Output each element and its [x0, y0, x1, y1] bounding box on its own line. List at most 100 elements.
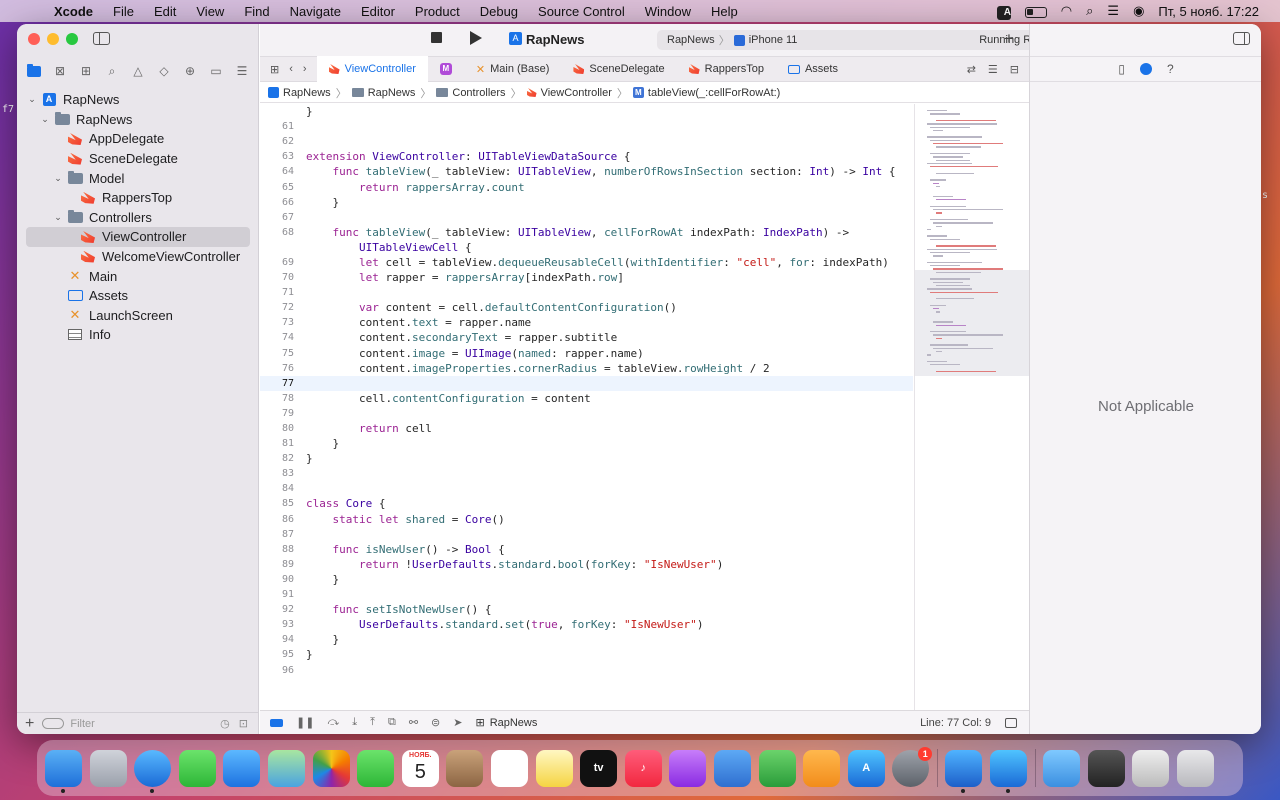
filter-field[interactable]: Filter [42, 716, 212, 731]
trash-icon[interactable] [1177, 749, 1215, 787]
code-line[interactable]: 83 [260, 466, 913, 481]
step-out-icon[interactable]: ⤒ [370, 716, 375, 729]
file-tree-row[interactable]: ViewController [26, 227, 250, 247]
source-editor[interactable]: } 61 62 63 extension ViewController: UITable… [260, 104, 913, 710]
editor-tab[interactable]: ViewController [316, 56, 428, 82]
music-icon[interactable]: ♪ [624, 749, 662, 787]
code-line[interactable]: 82} [260, 451, 913, 466]
code-line[interactable]: 69 let cell = tableView.dequeueReusableC… [260, 255, 913, 270]
minimap[interactable] [914, 104, 1029, 710]
step-over-icon[interactable]: ⤼ [327, 716, 339, 729]
file-tree-row[interactable]: ⌄ RapNews [17, 110, 259, 130]
breadcrumb-method[interactable]: MtableView(_:cellForRowAt:) [632, 87, 780, 99]
wifi-icon[interactable]: ◠ [1054, 3, 1079, 19]
code-line[interactable]: 66 } [260, 195, 913, 210]
stop-button[interactable] [431, 32, 442, 43]
menu-window[interactable]: Window [635, 4, 701, 19]
menubar-clock[interactable]: Пт, 5 нояб. 17:22 [1151, 4, 1266, 19]
code-line[interactable]: 81 } [260, 436, 913, 451]
back-arrow-icon[interactable]: ‹ [289, 63, 293, 75]
app-store-icon[interactable]: A [847, 749, 885, 787]
code-line[interactable]: 71 [260, 285, 913, 300]
add-file-icon[interactable]: + [25, 715, 34, 733]
disclosure-chevron-icon[interactable]: ⌄ [53, 212, 63, 223]
code-line[interactable]: 68 func tableView(_ tableView: UITableVi… [260, 225, 913, 240]
step-into-icon[interactable]: ⤓ [352, 716, 357, 729]
code-line[interactable]: 85 class Core { [260, 496, 913, 511]
library-add-button[interactable]: + [1004, 29, 1014, 49]
code-line[interactable]: } [260, 104, 913, 119]
input-source-icon[interactable]: A [990, 3, 1018, 20]
file-tree-row[interactable]: Assets [17, 286, 259, 306]
menu-app-name[interactable]: Xcode [44, 4, 103, 19]
code-line[interactable]: 73 content.text = rapper.name [260, 315, 913, 330]
run-button[interactable] [470, 31, 482, 45]
code-line[interactable]: 95} [260, 647, 913, 662]
notes-icon[interactable] [535, 749, 573, 787]
file-tree-row[interactable]: ⌄ A RapNews [17, 90, 259, 110]
menu-find[interactable]: Find [234, 4, 279, 19]
pages-icon[interactable] [803, 749, 841, 787]
editor-tab[interactable]: M [428, 57, 464, 81]
recent-files-icon[interactable]: ◷ ⊡ [220, 717, 251, 730]
memory-graph-icon[interactable]: ⚯ [409, 716, 418, 729]
swap-editors-icon[interactable]: ⇄ [967, 63, 976, 76]
fullscreen-window-button[interactable] [66, 33, 78, 45]
recent-screenshot-icon[interactable] [1087, 749, 1125, 787]
file-tree-row[interactable]: WelcomeViewController [17, 247, 259, 267]
code-line[interactable]: 67 [260, 210, 913, 225]
code-line[interactable]: 61 [260, 119, 913, 134]
code-line[interactable]: 72 var content = cell.defaultContentConf… [260, 300, 913, 315]
finder-icon[interactable] [45, 749, 82, 793]
menu-edit[interactable]: Edit [144, 4, 186, 19]
file-tree-row[interactable]: AppDelegate [17, 129, 259, 149]
code-line[interactable]: 74 content.secondaryText = rapper.subtit… [260, 330, 913, 345]
file-tree-row[interactable]: ⌄ Controllers [17, 208, 259, 228]
menu-help[interactable]: Help [701, 4, 748, 19]
quick-help-icon[interactable]: ? [1167, 62, 1174, 76]
code-line[interactable]: 89 return !UserDefaults.standard.bool(fo… [260, 557, 913, 572]
control-center-icon[interactable]: ☰ [1100, 3, 1126, 19]
environment-icon[interactable]: ⊜ [431, 716, 440, 729]
editor-tab[interactable]: SceneDelegate [561, 57, 676, 81]
code-line[interactable]: 64 func tableView(_ tableView: UITableVi… [260, 164, 913, 179]
reminders-icon[interactable] [490, 749, 528, 787]
recent-document-icon[interactable] [1132, 749, 1170, 787]
spotlight-search-icon[interactable]: ⌕ [1079, 3, 1100, 19]
siri-icon[interactable]: ◉ [1126, 3, 1151, 19]
code-line[interactable]: 76 content.imageProperties.cornerRadius … [260, 361, 913, 376]
file-tree-row[interactable]: SceneDelegate [17, 149, 259, 169]
test-navigator-icon[interactable]: ◇ [157, 65, 171, 77]
breadcrumb-file[interactable]: ViewController [526, 87, 612, 99]
code-line[interactable]: 70 let rapper = rappersArray[indexPath.r… [260, 270, 913, 285]
menu-view[interactable]: View [186, 4, 234, 19]
safari-icon[interactable] [134, 749, 172, 793]
file-tree-row[interactable]: ✕ Main [17, 266, 259, 286]
breadcrumb-project[interactable]: RapNews [268, 87, 331, 99]
code-line[interactable]: 78 cell.contentConfiguration = content [260, 391, 913, 406]
maps-icon[interactable] [267, 749, 305, 787]
code-line[interactable]: 65 return rappersArray.count [260, 179, 913, 194]
forward-arrow-icon[interactable]: › [303, 63, 307, 75]
view-hierarchy-icon[interactable]: ⧉ [388, 716, 396, 729]
menu-debug[interactable]: Debug [470, 4, 528, 19]
editor-tab[interactable]: RappersTop [677, 57, 776, 81]
breadcrumb-controllers[interactable]: Controllers [436, 87, 506, 99]
system-preferences-icon[interactable]: 1 [892, 746, 933, 787]
device-selector[interactable]: iPhone 11 [749, 34, 798, 46]
menu-navigate[interactable]: Navigate [280, 4, 351, 19]
disclosure-chevron-icon[interactable]: ⌄ [27, 94, 37, 105]
code-line[interactable]: 79 [260, 406, 913, 421]
xcode-icon[interactable] [945, 749, 983, 793]
symbol-navigator-icon[interactable]: ⊞ [79, 65, 93, 77]
debug-process[interactable]: ⊞ RapNews [475, 716, 537, 730]
disclosure-chevron-icon[interactable]: ⌄ [40, 114, 50, 125]
navigator-toggle-icon[interactable] [93, 32, 110, 45]
code-line[interactable]: 96 [260, 662, 913, 677]
calendar-icon[interactable]: НОЯБ. 5 [401, 749, 439, 787]
code-line[interactable]: 77 [260, 375, 913, 391]
breadcrumb-folder[interactable]: RapNews [351, 87, 415, 99]
simulator-dock-icon[interactable] [990, 749, 1028, 793]
battery-icon[interactable] [1018, 4, 1054, 19]
code-line[interactable]: 92 func setIsNotNewUser() { [260, 602, 913, 617]
